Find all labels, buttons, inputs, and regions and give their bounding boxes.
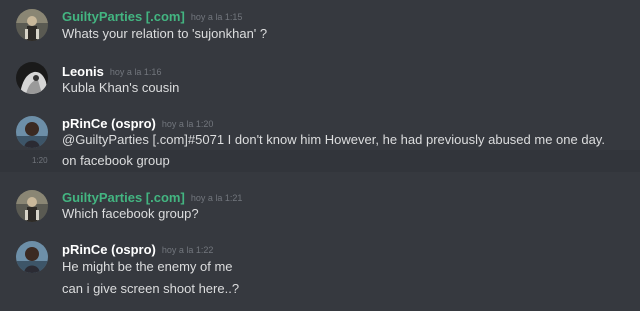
timestamp[interactable]: hoy a la 1:16 (110, 67, 162, 77)
message-text: Which facebook group? (62, 206, 199, 221)
message-group: pRinCe (ospro) hoy a la 1:22 He might be … (0, 234, 640, 311)
message-header: pRinCe (ospro) hoy a la 1:22 (62, 241, 213, 259)
user-avatar[interactable] (16, 241, 48, 273)
message-group: pRinCe (ospro) hoy a la 1:20 @GuiltyParti… (0, 108, 640, 174)
message-text: Whats your relation to 'sujonkhan' ? (62, 26, 268, 41)
message-header: GuiltyParties [.com] hoy a la 1:21 (62, 189, 242, 207)
message-text: He might be the enemy of me (62, 259, 233, 274)
user-avatar[interactable] (16, 190, 48, 222)
username[interactable]: pRinCe (ospro) (62, 116, 156, 131)
message-header: Leonis hoy a la 1:16 (62, 63, 161, 81)
message-text: @GuiltyParties [.com]#5071 I don't know … (62, 132, 605, 147)
message-text: can i give screen shoot here..? (62, 281, 240, 296)
username[interactable]: pRinCe (ospro) (62, 242, 156, 257)
timestamp[interactable]: hoy a la 1:21 (191, 193, 243, 203)
timestamp[interactable]: hoy a la 1:22 (162, 245, 214, 255)
username[interactable]: Leonis (62, 64, 104, 79)
message-group: GuiltyParties [.com] hoy a la 1:15 Whats … (0, 0, 640, 50)
username[interactable]: GuiltyParties [.com] (62, 9, 185, 24)
user-avatar[interactable] (16, 62, 48, 94)
user-avatar[interactable] (16, 116, 48, 148)
hover-timestamp[interactable]: 1:20 (32, 156, 48, 165)
chat-messages: GuiltyParties [.com] hoy a la 1:15 Whats … (0, 0, 640, 311)
username[interactable]: GuiltyParties [.com] (62, 190, 185, 205)
timestamp[interactable]: hoy a la 1:15 (191, 12, 243, 22)
message-header: GuiltyParties [.com] hoy a la 1:15 (62, 8, 242, 26)
message-text: on facebook group (62, 153, 170, 168)
timestamp[interactable]: hoy a la 1:20 (162, 119, 214, 129)
message-group: Leonis hoy a la 1:16 Kubla Khan's cousin (0, 55, 640, 105)
message-group: GuiltyParties [.com] hoy a la 1:21 Which … (0, 181, 640, 231)
message-header: pRinCe (ospro) hoy a la 1:20 (62, 115, 213, 133)
user-avatar[interactable] (16, 9, 48, 41)
message-text: Kubla Khan's cousin (62, 80, 180, 95)
